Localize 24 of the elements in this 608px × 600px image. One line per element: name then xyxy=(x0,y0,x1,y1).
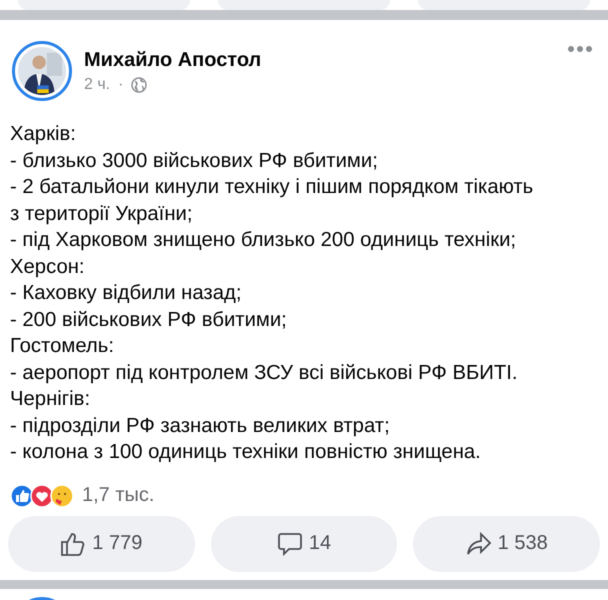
author-name[interactable]: Михайло Апостол xyxy=(84,48,552,72)
comment-button[interactable]: 14 xyxy=(210,516,398,572)
globe-icon xyxy=(131,76,148,92)
post-time: 2 ч. xyxy=(84,76,110,94)
post-text-line: - 2 батальйони кинули техніку і пішим порядком тікають з території України; xyxy=(10,175,534,226)
share-button[interactable]: 1 538 xyxy=(413,516,600,572)
post-text-line: - під Харковом знищено близько 200 одиниць техніки; xyxy=(10,228,518,253)
post-text-line: - аеропорт під контролем ЗСУ всі військові РФ ВБИТІ. xyxy=(10,360,519,386)
post-text-line: - Каховку відбили назад; xyxy=(10,281,242,306)
care-reaction-icon xyxy=(50,484,74,508)
thumbs-up-icon xyxy=(60,530,86,556)
comment-icon xyxy=(276,530,303,556)
post-text-line: - підрозділи РФ зазнають великих втрат; xyxy=(10,414,391,438)
post-text-line: Чернігів: xyxy=(10,387,92,412)
post-text-line: - близько 3000 військових РФ вбитими; xyxy=(10,148,379,174)
separator-dot: · xyxy=(118,76,124,94)
post-text-line: Харків: xyxy=(10,122,77,147)
post-text-line: - колона з 100 одиниць техніки повністю знищена. xyxy=(10,440,482,465)
post-text-line: Гостомель: xyxy=(10,334,115,359)
share-icon xyxy=(466,532,492,556)
like-button[interactable]: 1 779 xyxy=(8,516,195,572)
post-text-line: - 200 військових РФ вбитими; xyxy=(10,308,288,332)
post-text-line: Херсон: xyxy=(10,254,86,280)
reaction-count[interactable]: 1,7 тыс. xyxy=(82,484,154,507)
